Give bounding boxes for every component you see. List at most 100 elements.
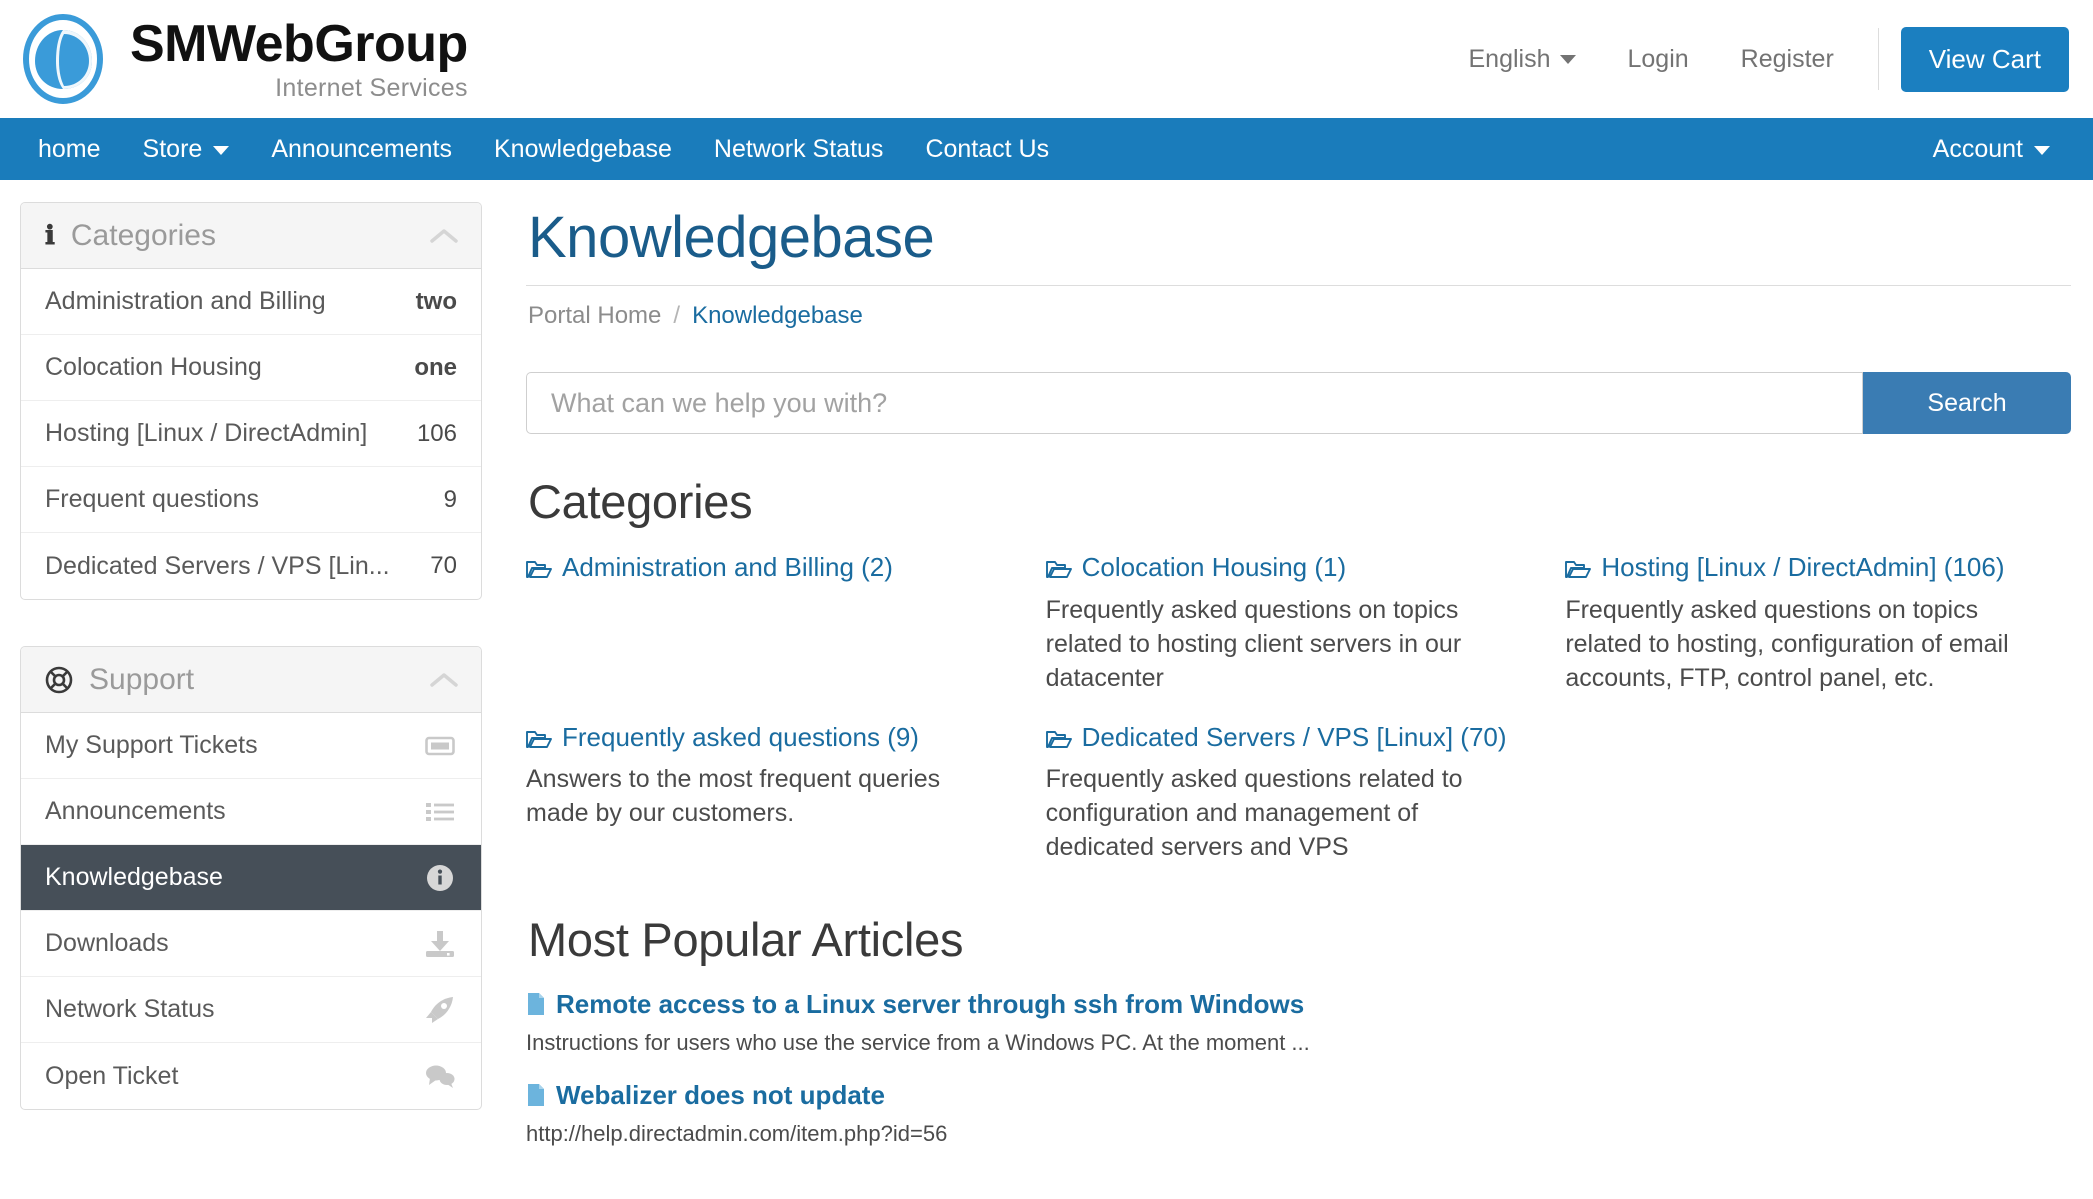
category-link-administration-and-billing[interactable]: Administration and Billing (2) <box>526 551 1006 587</box>
folder-open-icon <box>1045 554 1072 587</box>
breadcrumb-portal-home[interactable]: Portal Home <box>528 302 661 329</box>
categories-panel: ℹ Categories Administration and Billing … <box>20 202 482 600</box>
rocket-icon <box>423 996 457 1024</box>
document-icon <box>526 992 546 1023</box>
category-label: Frequent questions <box>45 485 260 513</box>
categories-panel-title: Categories <box>70 218 216 252</box>
sidebar-category-colocation-housing[interactable]: Colocation Housing one <box>21 335 481 401</box>
nav-item-account[interactable]: Account <box>1912 118 2071 180</box>
category-description: Answers to the most frequent queries mad… <box>526 765 941 827</box>
sidebar-item-my-support-tickets[interactable]: My Support Tickets <box>21 713 481 779</box>
main-content: Knowledgebase Portal Home / Knowledgebase … <box>500 202 2093 1171</box>
category-link-dedicated-servers-vps[interactable]: Dedicated Servers / VPS [Linux] (70) <box>1045 721 1526 757</box>
nav-item-network-status[interactable]: Network Status <box>693 118 905 180</box>
category-card: Frequently asked questions (9) Answers t… <box>526 721 1032 865</box>
view-cart-button[interactable]: View Cart <box>1900 26 2069 92</box>
navbar-right: Account <box>1912 118 2071 180</box>
article-link-webalizer-does-not-update[interactable]: Webalizer does not update <box>526 1080 2071 1114</box>
folder-open-icon <box>1045 724 1072 757</box>
sidebar-item-open-ticket[interactable]: Open Ticket <box>21 1043 481 1109</box>
breadcrumb-knowledgebase[interactable]: Knowledgebase <box>692 302 863 329</box>
category-label: Hosting [Linux / DirectAdmin] <box>45 419 368 447</box>
register-link[interactable]: Register <box>1715 45 1860 74</box>
support-item-label: Downloads <box>45 929 169 957</box>
nav-item-store[interactable]: Store <box>122 118 251 180</box>
categories-heading: Categories <box>528 475 753 528</box>
category-description: Frequently asked questions on topics rel… <box>1045 595 1462 692</box>
smwebgroup-logo-icon <box>18 14 108 104</box>
category-link-frequently-asked-questions[interactable]: Frequently asked questions (9) <box>526 721 1006 757</box>
support-item-label: Network Status <box>45 995 215 1023</box>
sidebar-item-network-status[interactable]: Network Status <box>21 977 481 1043</box>
support-list: My Support Tickets Announcements Knowled… <box>21 713 481 1109</box>
category-count: two <box>415 287 457 315</box>
article-title-label: Remote access to a Linux server through … <box>556 989 1305 1019</box>
sidebar-item-knowledgebase[interactable]: Knowledgebase <box>21 845 481 911</box>
article-excerpt: http://help.directadmin.com/item.php?id=… <box>526 1120 948 1146</box>
support-panel-header[interactable]: Support <box>21 647 481 713</box>
info-icon: ℹ <box>45 220 55 250</box>
article-excerpt: Instructions for users who use the servi… <box>526 1030 1310 1056</box>
chevron-up-icon[interactable] <box>429 227 459 245</box>
categories-grid: Administration and Billing (2) Colocatio… <box>526 551 2071 864</box>
support-panel: Support My Support Tickets Announcements <box>20 646 482 1110</box>
nav-account-label: Account <box>1932 135 2023 163</box>
article-item: Webalizer does not update http://help.di… <box>526 1080 2071 1149</box>
sidebar-item-downloads[interactable]: Downloads <box>21 911 481 977</box>
nav-item-knowledgebase[interactable]: Knowledgebase <box>473 118 693 180</box>
language-label: English <box>1468 44 1551 73</box>
nav-item-home[interactable]: home <box>22 118 122 180</box>
language-selector[interactable]: English <box>1443 45 1602 74</box>
category-card: Hosting [Linux / DirectAdmin] (106) Freq… <box>1565 551 2071 695</box>
breadcrumb-separator: / <box>673 302 681 329</box>
page-title: Knowledgebase <box>528 205 935 270</box>
search-button[interactable]: Search <box>1863 372 2071 434</box>
sidebar: ℹ Categories Administration and Billing … <box>0 202 500 1171</box>
sidebar-category-frequent-questions[interactable]: Frequent questions 9 <box>21 467 481 533</box>
chevron-down-icon <box>213 145 230 155</box>
list-icon <box>423 801 457 823</box>
support-item-label: Announcements <box>45 797 226 825</box>
comments-icon <box>423 1063 457 1089</box>
page-body: ℹ Categories Administration and Billing … <box>0 180 2093 1171</box>
category-card-empty <box>1565 721 2071 865</box>
category-card: Administration and Billing (2) <box>526 551 1032 695</box>
brand-logo-area[interactable]: SMWebGroup Internet Services <box>18 14 468 104</box>
brand-name: SMWebGroup <box>130 14 468 73</box>
download-icon <box>423 930 457 958</box>
nav-item-contact-us[interactable]: Contact Us <box>904 118 1070 180</box>
category-label: Dedicated Servers / VPS [Lin... <box>45 551 390 580</box>
nav-item-announcements[interactable]: Announcements <box>250 118 473 180</box>
category-link-colocation-housing[interactable]: Colocation Housing (1) <box>1045 551 1526 587</box>
sidebar-category-dedicated-servers-vps[interactable]: Dedicated Servers / VPS [Lin... 70 <box>21 533 481 599</box>
chevron-down-icon <box>1559 55 1576 65</box>
category-description: Frequently asked questions related to co… <box>1045 765 1463 861</box>
category-count: 106 <box>416 419 457 447</box>
sidebar-category-administration-and-billing[interactable]: Administration and Billing two <box>21 269 481 335</box>
knowledgebase-search: Search <box>526 372 2071 434</box>
nav-store-label: Store <box>142 135 203 163</box>
site-header: SMWebGroup Internet Services English Log… <box>0 0 2093 118</box>
support-item-label: My Support Tickets <box>45 731 258 759</box>
title-divider <box>526 285 2071 286</box>
lifebuoy-icon <box>45 666 73 694</box>
chevron-down-icon <box>2034 145 2050 155</box>
category-label: Colocation Housing <box>45 353 262 381</box>
search-input[interactable] <box>526 372 1863 434</box>
article-link-remote-access-ssh[interactable]: Remote access to a Linux server through … <box>526 989 2071 1023</box>
category-link-hosting-linux-directadmin[interactable]: Hosting [Linux / DirectAdmin] (106) <box>1565 551 2045 587</box>
categories-panel-header[interactable]: ℹ Categories <box>21 203 481 269</box>
category-link-label: Dedicated Servers / VPS [Linux] (70) <box>1081 721 1507 752</box>
chevron-up-icon[interactable] <box>429 671 459 689</box>
category-count: 70 <box>430 552 457 579</box>
category-card: Colocation Housing (1) Frequently asked … <box>1046 551 1552 695</box>
support-item-label: Knowledgebase <box>45 863 223 891</box>
info-circle-icon <box>423 863 457 893</box>
sidebar-item-announcements[interactable]: Announcements <box>21 779 481 845</box>
folder-open-icon <box>526 724 552 757</box>
category-link-label: Administration and Billing (2) <box>562 552 893 582</box>
folder-open-icon <box>526 554 552 587</box>
login-link[interactable]: Login <box>1602 45 1715 74</box>
folder-open-icon <box>1565 554 1592 587</box>
sidebar-category-hosting-linux-directadmin[interactable]: Hosting [Linux / DirectAdmin] 106 <box>21 401 481 467</box>
